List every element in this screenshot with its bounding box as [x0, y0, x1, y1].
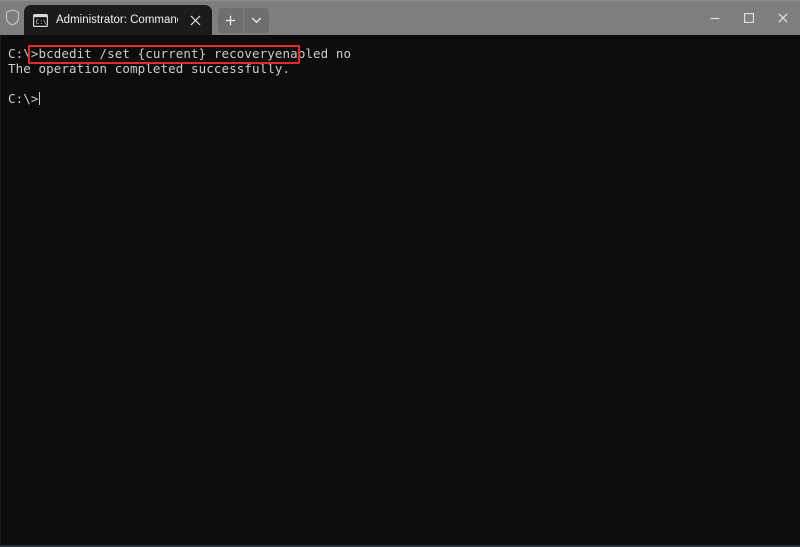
title-bar[interactable]: C:\ Administrator: Command Pro [0, 0, 800, 35]
new-tab-button[interactable] [218, 7, 243, 33]
terminal-line-prompt: C:\> [8, 91, 800, 106]
tab-tools [218, 5, 269, 35]
window-caption-buttons [698, 0, 800, 35]
tab-dropdown-button[interactable] [244, 7, 269, 33]
minimize-button[interactable] [698, 1, 732, 34]
close-window-button[interactable] [766, 1, 800, 34]
titlebar-drag-area[interactable] [269, 0, 698, 35]
terminal-line-command: C:\>bcdedit /set {current} recoveryenabl… [8, 46, 352, 61]
terminal-line-output: The operation completed successfully. [8, 61, 291, 76]
tab-title: Administrator: Command Pro [56, 13, 178, 26]
tab-administrator-command-prompt[interactable]: C:\ Administrator: Command Pro [24, 5, 212, 35]
terminal-prompt-text: C:\> [8, 91, 39, 106]
terminal-cursor [38, 92, 40, 105]
terminal-output-area[interactable]: C:\>bcdedit /set {current} recoveryenabl… [0, 35, 800, 547]
maximize-button[interactable] [732, 1, 766, 34]
command-prompt-icon: C:\ [33, 13, 49, 27]
tab-close-button[interactable] [184, 9, 206, 31]
shield-icon [0, 0, 24, 35]
terminal-window: C:\ Administrator: Command Pro [0, 0, 800, 547]
window-left-edge [0, 35, 1, 547]
svg-text:C:\: C:\ [36, 19, 47, 26]
